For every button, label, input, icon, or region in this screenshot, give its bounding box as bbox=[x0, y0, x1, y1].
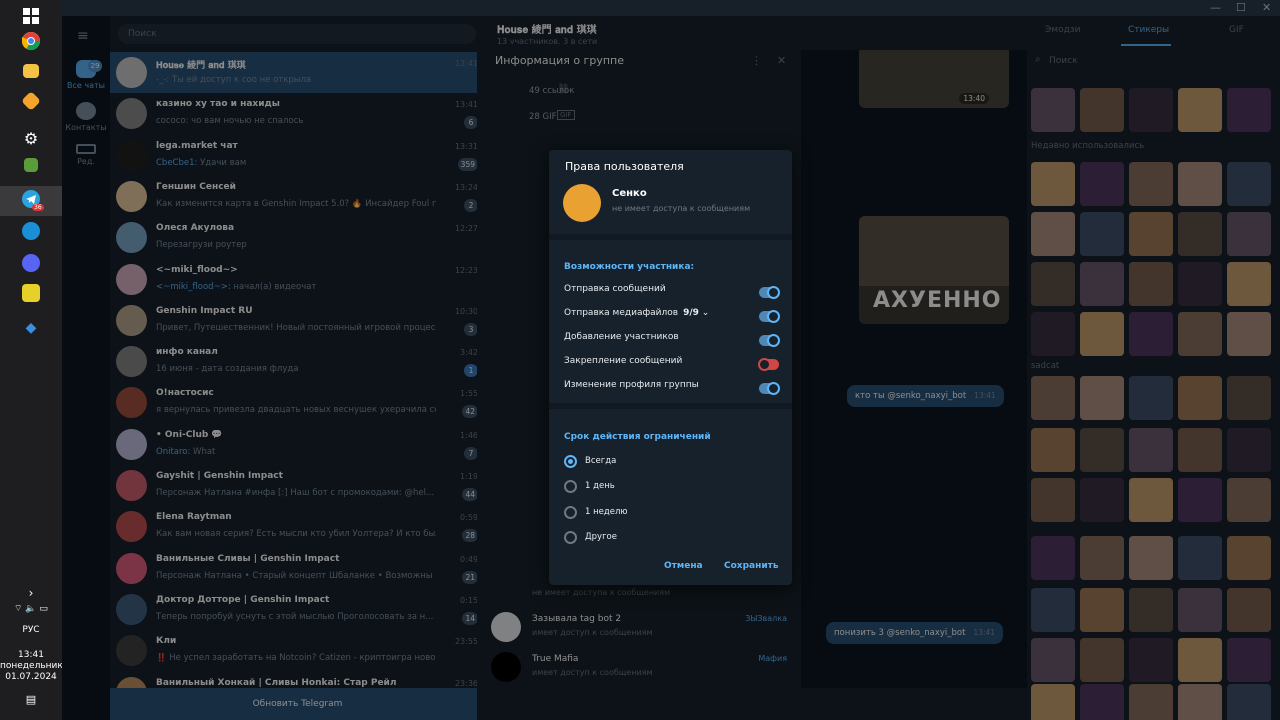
radio-button[interactable] bbox=[564, 480, 577, 494]
dialog-title: Права пользователя bbox=[565, 160, 684, 173]
permission-label: Добавление участников bbox=[564, 332, 679, 342]
user-status: не имеет доступа к сообщениям bbox=[612, 204, 751, 213]
user-name: Сенко bbox=[612, 188, 647, 199]
duration-option[interactable]: 1 неделю bbox=[564, 505, 764, 521]
yellow-app-icon[interactable] bbox=[22, 284, 40, 302]
app-diamond-icon[interactable] bbox=[21, 91, 41, 111]
dropbox-icon[interactable]: ◆ bbox=[19, 316, 43, 340]
radio-button[interactable] bbox=[564, 530, 577, 544]
toggle-knob bbox=[767, 334, 780, 347]
chevron-down-icon[interactable]: ⌄ bbox=[699, 308, 710, 318]
permission-toggle[interactable] bbox=[759, 334, 780, 347]
permission-toggle[interactable] bbox=[758, 358, 779, 371]
save-button[interactable]: Сохранить bbox=[724, 561, 779, 571]
minecraft-icon[interactable] bbox=[24, 158, 38, 172]
windows-taskbar: ⚙ 36 ◆ › ⌔ 🔈 ▭ РУС 13:41 понедельник 01.… bbox=[0, 0, 63, 720]
permission-row[interactable]: Отправка медиафайлов 9/9 ⌄ bbox=[564, 308, 780, 326]
duration-option[interactable]: Всегда bbox=[564, 454, 764, 470]
duration-option[interactable]: Другое bbox=[564, 530, 764, 546]
permission-row[interactable]: Отправка сообщений bbox=[564, 284, 780, 302]
user-avatar bbox=[563, 184, 601, 222]
clock-weekday: понедельник bbox=[0, 661, 63, 671]
duration-label: Всегда bbox=[585, 456, 617, 466]
toggle-knob bbox=[767, 382, 780, 395]
notifications-icon[interactable]: ▤ bbox=[0, 694, 62, 705]
toggle-knob bbox=[767, 310, 780, 323]
radio-button[interactable] bbox=[564, 505, 577, 519]
screen: ⚙ 36 ◆ › ⌔ 🔈 ▭ РУС 13:41 понедельник 01.… bbox=[0, 0, 1280, 720]
clock-time[interactable]: 13:41 bbox=[0, 650, 62, 661]
toggle-knob bbox=[767, 286, 780, 299]
permission-toggle[interactable] bbox=[759, 286, 780, 299]
permission-label: Изменение профиля группы bbox=[564, 380, 699, 390]
radio-button[interactable] bbox=[564, 455, 577, 468]
edge-icon[interactable] bbox=[22, 222, 40, 240]
divider bbox=[549, 234, 792, 240]
duration-label: 1 неделю bbox=[585, 506, 628, 517]
permission-toggle[interactable] bbox=[759, 382, 780, 395]
permission-label: Закрепление сообщений bbox=[564, 356, 683, 366]
permission-label: Отправка медиафайлов bbox=[564, 308, 679, 318]
network-volume-battery-icons[interactable]: ⌔ 🔈 ▭ bbox=[0, 604, 62, 615]
chevron-up-icon[interactable]: › bbox=[0, 587, 62, 599]
duration-option[interactable]: 1 день bbox=[564, 479, 764, 495]
toggle-knob bbox=[758, 358, 771, 371]
cancel-button[interactable]: Отмена bbox=[664, 561, 703, 571]
file-explorer-icon[interactable] bbox=[23, 64, 39, 78]
duration-label: 1 день bbox=[585, 481, 615, 492]
capabilities-title: Возможности участника: bbox=[564, 262, 695, 272]
windows-start-icon[interactable] bbox=[19, 4, 43, 28]
divider bbox=[549, 403, 792, 409]
media-count: 9/9 bbox=[683, 308, 699, 318]
duration-title: Срок действия ограничений bbox=[564, 432, 711, 442]
permission-toggle[interactable] bbox=[759, 310, 780, 323]
clock-date: 01.07.2024 bbox=[5, 672, 57, 682]
permission-label: Отправка сообщений bbox=[564, 284, 666, 294]
permission-row[interactable]: Добавление участников bbox=[564, 332, 780, 350]
settings-gear-icon[interactable]: ⚙ bbox=[19, 126, 43, 150]
telegram-taskbar-badge: 36 bbox=[32, 204, 44, 211]
language-indicator[interactable]: РУС bbox=[0, 625, 62, 636]
chrome-icon[interactable] bbox=[22, 32, 40, 50]
discord-icon[interactable] bbox=[22, 254, 40, 272]
user-permissions-dialog: Права пользователя Сенко не имеет доступ… bbox=[549, 150, 792, 585]
permission-row[interactable]: Закрепление сообщений bbox=[564, 356, 779, 374]
duration-label: Другое bbox=[585, 531, 617, 542]
permission-row[interactable]: Изменение профиля группы bbox=[564, 380, 780, 398]
